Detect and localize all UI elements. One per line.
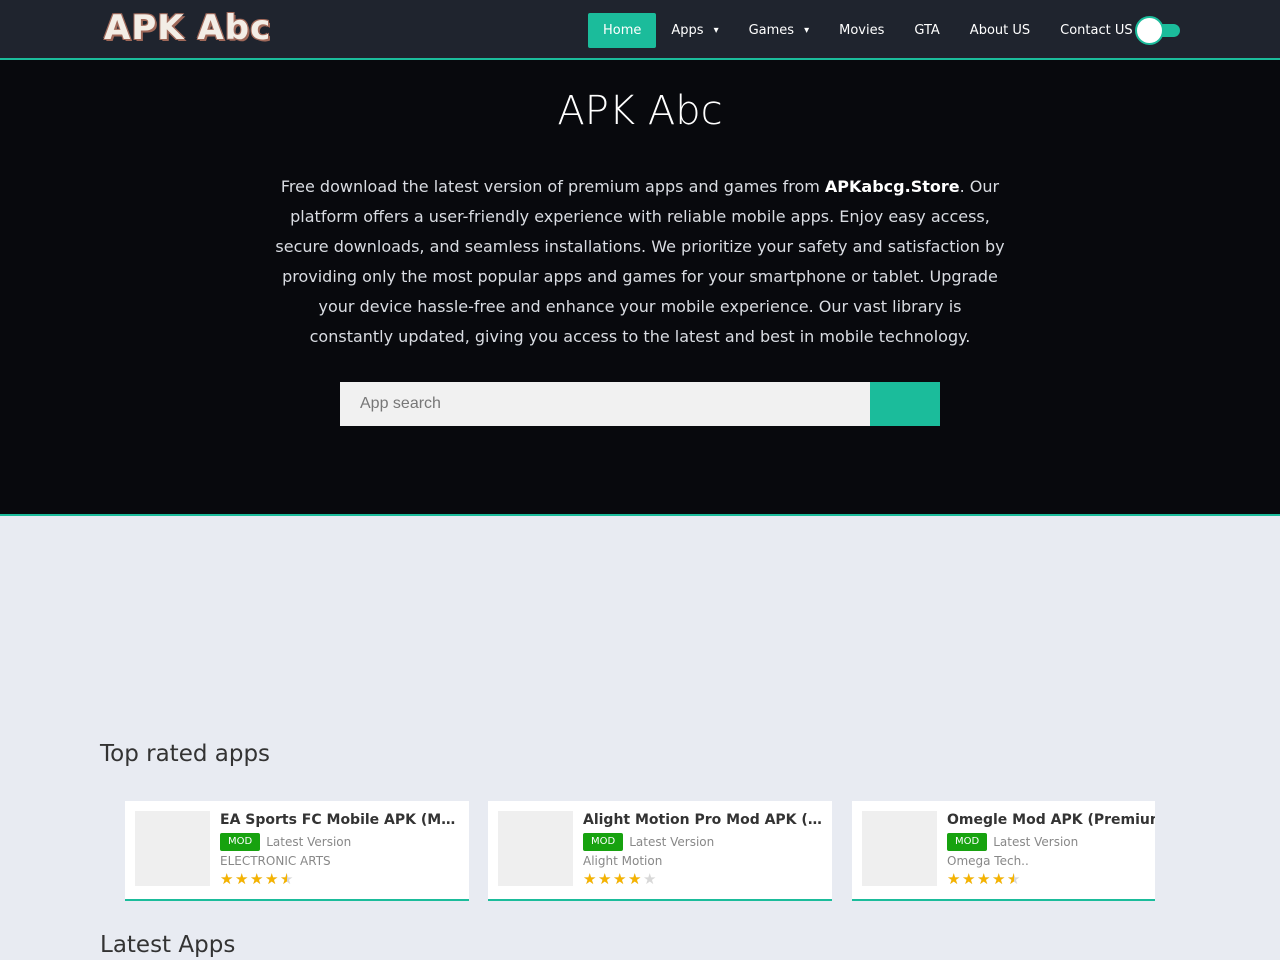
star-icon: ★★: [265, 870, 279, 888]
app-card[interactable]: EA Sports FC Mobile APK (Mod Menu) MOD Lat…: [125, 801, 469, 901]
app-title[interactable]: Alight Motion Pro Mod APK (Premium Unloc…: [583, 812, 823, 828]
star-icon: ★★: [280, 870, 294, 888]
app-version: Latest Version: [629, 835, 715, 849]
app-card[interactable]: Alight Motion Pro Mod APK (Premium Unloc…: [488, 801, 832, 901]
app-meta: MOD Latest Version: [220, 833, 351, 851]
chevron-down-icon: ▾: [713, 25, 719, 36]
mod-badge: MOD: [947, 833, 988, 851]
nav-item-about-us[interactable]: About US: [955, 13, 1045, 48]
hero-desc-end: . Our platform offers a user-friendly ex…: [275, 177, 1005, 346]
app-title[interactable]: EA Sports FC Mobile APK (Mod Menu): [220, 812, 460, 828]
nav-item-label: Home: [603, 23, 642, 38]
nav-item-label: Apps: [671, 23, 704, 38]
search-button[interactable]: [870, 382, 940, 426]
star-icon: ★★: [235, 870, 249, 888]
site-logo[interactable]: APK Abc: [104, 8, 271, 48]
star-icon: ★★: [613, 870, 627, 888]
star-icon: ★★: [583, 870, 597, 888]
app-developer: Omega Tech..: [947, 854, 1029, 868]
app-title[interactable]: Omegle Mod APK (Premium Unlocked): [947, 812, 1155, 828]
nav-item-label: Contact US: [1060, 23, 1133, 38]
hero-section: APK Abc Free download the latest version…: [0, 60, 1280, 516]
nav-item-label: Games: [748, 23, 795, 38]
nav-item-games[interactable]: Games ▾: [734, 13, 825, 48]
star-icon: ★★: [962, 870, 976, 888]
app-thumbnail[interactable]: [135, 811, 210, 886]
app-rating: ★★★★★★★★★★: [583, 871, 657, 887]
nav-item-home[interactable]: Home: [588, 13, 657, 48]
mod-badge: MOD: [220, 833, 261, 851]
top-rated-list: EA Sports FC Mobile APK (Mod Menu) MOD Lat…: [125, 801, 1155, 901]
nav-item-label: GTA: [914, 23, 940, 38]
main-nav: Home Apps ▾ Games ▾ Movies GTA About US Contact …: [588, 13, 1148, 48]
search-input[interactable]: [340, 382, 870, 426]
search-form: [340, 382, 940, 426]
star-icon: ★★: [643, 870, 657, 888]
hero-description: Free download the latest version of prem…: [275, 172, 1005, 352]
star-icon: ★★: [220, 870, 234, 888]
app-thumbnail[interactable]: [862, 811, 937, 886]
top-rated-title: Top rated apps: [100, 741, 271, 767]
app-developer: ELECTRONIC ARTS: [220, 854, 331, 868]
nav-item-apps[interactable]: Apps ▾: [656, 13, 733, 48]
star-icon: ★★: [628, 870, 642, 888]
nav-item-movies[interactable]: Movies: [824, 13, 899, 48]
nav-item-label: About US: [969, 23, 1031, 38]
chevron-down-icon: ▾: [804, 25, 810, 36]
nav-item-gta[interactable]: GTA: [899, 13, 954, 48]
star-icon: ★★: [250, 870, 264, 888]
nav-item-label: Movies: [839, 23, 885, 38]
app-card[interactable]: Omegle Mod APK (Premium Unlocked) MOD Late…: [852, 801, 1155, 901]
app-meta: MOD Latest Version: [947, 833, 1078, 851]
app-rating: ★★★★★★★★★★: [947, 871, 1021, 887]
latest-apps-title: Latest Apps: [100, 932, 236, 958]
star-icon: ★★: [1007, 870, 1021, 888]
hero-title: APK Abc: [557, 88, 723, 134]
star-icon: ★★: [947, 870, 961, 888]
star-icon: ★★: [992, 870, 1006, 888]
app-thumbnail[interactable]: [498, 811, 573, 886]
mod-badge: MOD: [583, 833, 624, 851]
star-icon: ★★: [977, 870, 991, 888]
app-meta: MOD Latest Version: [583, 833, 714, 851]
header-bar: APK Abc Home Apps ▾ Games ▾ Movies GTA About US…: [0, 0, 1280, 60]
app-rating: ★★★★★★★★★★: [220, 871, 294, 887]
app-version: Latest Version: [266, 835, 352, 849]
hero-desc-brand: APKabcg.Store: [824, 177, 960, 196]
app-version: Latest Version: [993, 835, 1079, 849]
toggle-knob: [1135, 16, 1164, 45]
nav-item-contact-us[interactable]: Contact US: [1045, 13, 1147, 48]
star-icon: ★★: [598, 870, 612, 888]
dark-mode-toggle[interactable]: [1135, 15, 1181, 45]
app-developer: Alight Motion: [583, 854, 663, 868]
hero-desc-start: Free download the latest version of prem…: [280, 177, 825, 196]
